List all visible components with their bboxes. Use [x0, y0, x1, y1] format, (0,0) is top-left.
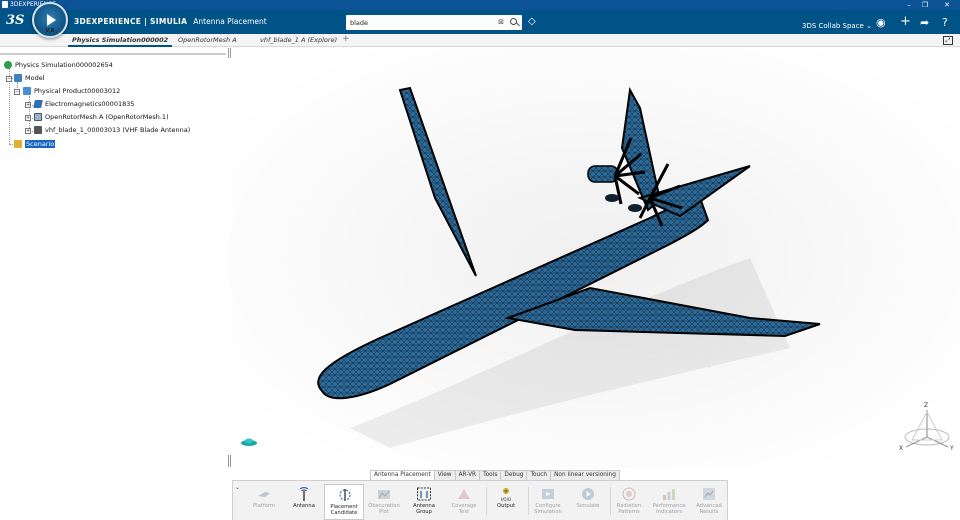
chevron-down-icon[interactable]: ⌄ [235, 484, 240, 491]
tab-physics-simulation[interactable]: Physics Simulation000002 [67, 36, 173, 47]
collab-space-label: 3DS Collab Space [802, 22, 864, 30]
tree-physical-product[interactable]: Physical Product00003012 [23, 86, 120, 96]
tab-view[interactable]: View [433, 470, 456, 480]
tab-vhf-blade[interactable]: vhf_blade_1 A (Explore) [260, 36, 337, 44]
antenna-group-icon [417, 487, 431, 501]
compass-button[interactable]: V,R [32, 2, 68, 38]
expand-icon[interactable]: + [25, 128, 31, 134]
radiation-patterns-icon [622, 487, 636, 501]
coverage-test-button[interactable]: Coverage Test [444, 484, 484, 520]
axis-triad-icon [904, 410, 950, 448]
configure-simulation-icon [542, 489, 554, 499]
search-box[interactable]: ⊠ [346, 15, 522, 30]
antenna-button[interactable]: Antenna [284, 484, 324, 520]
product-icon [23, 87, 31, 95]
simulate-icon [582, 488, 594, 500]
vhf-antenna-object[interactable] [240, 436, 260, 448]
platform-button[interactable]: Platform [244, 484, 284, 520]
tree-root[interactable]: Physics Simulation000002654 [4, 60, 113, 70]
3d-viewport[interactable] [230, 48, 960, 468]
brand-title: 3DEXPERIENCE | SIMULIA Antenna Placement [74, 17, 267, 26]
add-icon[interactable]: + [900, 14, 911, 29]
obscuration-plot-button[interactable]: Obscuration Plot [364, 484, 404, 520]
minimize-icon[interactable]: – [902, 0, 916, 10]
tab-debug[interactable]: Debug [500, 470, 528, 480]
output-icon: I/O/O [501, 488, 511, 502]
aircraft-mesh[interactable] [230, 48, 960, 468]
expand-icon[interactable]: − [6, 76, 12, 82]
model-icon [14, 74, 22, 82]
obscuration-plot-icon [378, 490, 390, 499]
action-bar-tabs: Antenna Placement View AR-VR Tools Debug… [370, 470, 620, 480]
simulate-button[interactable]: Simulate [568, 484, 608, 520]
play-icon [47, 14, 56, 26]
add-tab-icon[interactable]: + [342, 34, 350, 44]
search-input[interactable] [350, 17, 490, 28]
tab-ar-vr[interactable]: AR-VR [454, 470, 481, 480]
app-header: 3S 3DEXPERIENCE | SIMULIA Antenna Placeme… [0, 10, 960, 34]
placement-candidate-button[interactable]: Placement Candidate [324, 484, 364, 520]
simulation-icon [4, 61, 12, 69]
tab-antenna-placement[interactable]: Antenna Placement [370, 470, 435, 480]
axis-y-label: Y [950, 445, 954, 452]
expand-icon[interactable]: − [14, 89, 20, 95]
tree-item-openrotormesh[interactable]: OpenRotorMesh A (OpenRotorMesh.1) [34, 112, 169, 122]
brand-main: EXPERIENCE | SIMULIA [86, 17, 188, 26]
compass-label: V,R [45, 28, 55, 34]
window-title-bar: 3DEXPERIENCE – ❐ ✕ [0, 0, 960, 10]
part-icon [33, 100, 43, 108]
share-icon[interactable]: ➦ [920, 16, 929, 29]
scenario-icon [14, 140, 22, 148]
tree-item-electromagnetics[interactable]: Electromagnetics00001835 [33, 99, 135, 109]
tab-tools[interactable]: Tools [479, 470, 502, 480]
axis-x-label: X [899, 445, 904, 452]
search-icon[interactable] [510, 18, 517, 25]
tag-icon[interactable]: ◇ [528, 16, 536, 27]
advanced-results-button[interactable]: Advanced Results [689, 484, 729, 520]
tab-openrotormesh[interactable]: OpenRotorMesh A [178, 36, 237, 44]
viewport-splitter[interactable] [228, 455, 231, 467]
restore-icon[interactable]: ❐ [918, 0, 932, 10]
output-button[interactable]: I/O/O Output [486, 484, 526, 520]
view-compass[interactable]: Z X Y [894, 400, 960, 466]
antenna-part-icon [34, 126, 42, 134]
clear-search-icon[interactable]: ⊠ [498, 18, 504, 26]
placement-candidate-icon [339, 489, 351, 501]
mesh-icon [34, 113, 42, 121]
brand-prefix: 3D [74, 17, 87, 26]
advanced-results-icon [703, 488, 715, 500]
document-tabs: Physics Simulation000002 OpenRotorMesh A… [0, 34, 960, 47]
coverage-test-icon [458, 489, 470, 499]
performance-indicators-button[interactable]: Performance Indicators [649, 484, 689, 520]
specification-tree: Physics Simulation000002654 − Model − Ph… [0, 48, 230, 158]
svg-text:I/O/O: I/O/O [501, 497, 511, 502]
tab-non-linear-versioning[interactable]: Non linear versioning [550, 470, 620, 480]
expand-icon[interactable]: + [25, 115, 31, 121]
tree-scenario[interactable]: Scenario [14, 139, 56, 149]
performance-indicators-icon [663, 489, 675, 500]
collab-space-selector[interactable]: 3DS Collab Space ⌄ [802, 22, 872, 30]
platform-icon [258, 492, 270, 497]
action-bar: ⌄ Platform Antenna Placement Candidate Ob… [232, 480, 728, 520]
app-logo-icon [2, 1, 8, 8]
radiation-patterns-button[interactable]: Radiation Patterns [609, 484, 649, 520]
antenna-icon [299, 486, 309, 501]
app-name: Antenna Placement [193, 17, 267, 26]
antenna-group-button[interactable]: Antenna Group [404, 484, 444, 520]
help-icon[interactable]: ? [942, 16, 948, 29]
tree-model[interactable]: Model [14, 73, 45, 83]
expand-icon[interactable]: + [25, 102, 31, 108]
tab-touch[interactable]: Touch [526, 470, 552, 480]
configure-simulation-button[interactable]: Configure Simulation [528, 484, 568, 520]
maximize-icon[interactable]: ⤢ [943, 36, 953, 45]
axis-z-label: Z [924, 402, 929, 409]
ds-logo-icon[interactable]: 3S [6, 13, 24, 28]
tree-item-vhf-blade[interactable]: vhf_blade_1_00003013 (VHF Blade Antenna) [34, 125, 190, 135]
user-avatar-icon[interactable]: ◉ [876, 16, 886, 29]
close-icon[interactable]: ✕ [940, 0, 954, 10]
